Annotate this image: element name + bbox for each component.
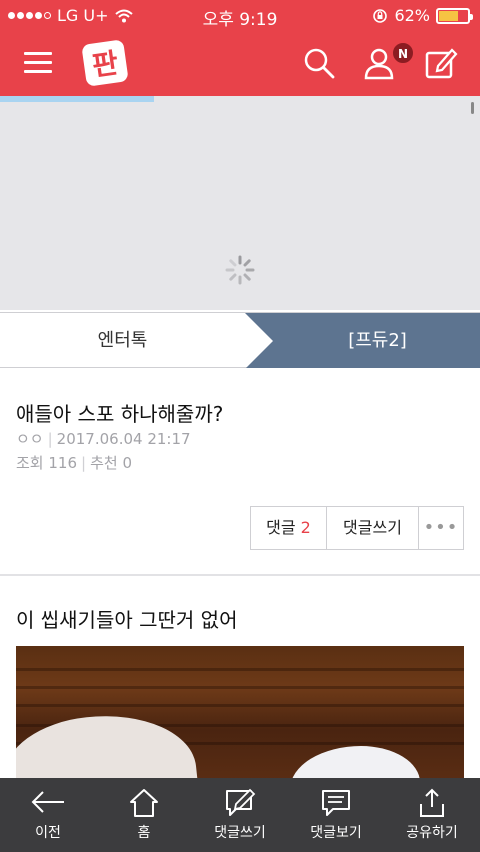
battery-icon [436, 7, 473, 24]
arrow-left-icon [31, 791, 64, 813]
comments-button[interactable]: 댓글 2 [251, 507, 327, 549]
scroll-indicator [471, 102, 474, 114]
post-author: ㅇㅇ [16, 430, 44, 448]
comments-label: 댓글 [266, 518, 296, 537]
loading-spinner-icon [225, 255, 255, 285]
post-meta: ㅇㅇ | 2017.06.04 21:17 [16, 430, 191, 448]
post-item[interactable]: 애들아 스포 하나해줄까? ㅇㅇ | 2017.06.04 21:17 조회 116… [0, 368, 480, 574]
views-count: 116 [48, 454, 78, 472]
comment-icon [322, 790, 350, 816]
likes-label: 추천 [90, 454, 118, 472]
edit-comment-icon [226, 788, 256, 816]
home-icon [130, 789, 158, 817]
home-button[interactable]: 홈 [96, 778, 192, 852]
app-header: 판 N [0, 30, 480, 96]
battery-percent: 62% [394, 6, 430, 25]
post-image[interactable] [16, 646, 464, 786]
likes-count: 0 [122, 454, 133, 472]
views-label: 조회 [16, 454, 44, 472]
bottom-toolbar: 이전 홈 댓글쓰기 댓글보기 공유하기 [0, 778, 480, 852]
category-breadcrumb: 엔터톡 [프듀2] [0, 312, 480, 369]
post-stats: 조회 116 | 추천 0 [16, 454, 133, 472]
share-label: 공유하기 [406, 825, 458, 841]
menu-icon[interactable] [24, 52, 52, 74]
back-label: 이전 [35, 825, 61, 841]
view-comments-label: 댓글보기 [310, 825, 362, 841]
status-bar: LG U+ 오후 9:19 62% [0, 0, 480, 30]
share-button[interactable]: 공유하기 [384, 778, 480, 852]
pann-logo[interactable]: 판 [81, 39, 129, 87]
back-button[interactable]: 이전 [0, 778, 96, 852]
search-icon[interactable] [302, 46, 336, 80]
write-comment-button[interactable]: 댓글쓰기 [327, 507, 419, 549]
share-icon [420, 788, 444, 817]
post-actions: 댓글 2 댓글쓰기 ••• [250, 506, 464, 550]
post-item[interactable]: 이 씹새기들아 그딴거 없어 [0, 576, 480, 786]
comments-count: 2 [300, 518, 311, 537]
home-label: 홈 [137, 825, 151, 841]
write-comment-tool[interactable]: 댓글쓰기 [192, 778, 288, 852]
view-comments-tool[interactable]: 댓글보기 [288, 778, 384, 852]
tab-entertalk[interactable]: 엔터톡 [0, 313, 245, 369]
post-title[interactable]: 이 씹새기들아 그딴거 없어 [16, 604, 237, 633]
tab-produce2[interactable]: [프듀2] [245, 313, 480, 369]
more-button[interactable]: ••• [419, 507, 463, 549]
write-comment-tool-label: 댓글쓰기 [214, 825, 266, 841]
tab-produce2-label: [프듀2] [348, 330, 407, 351]
write-icon[interactable] [424, 46, 458, 80]
status-right: 62% [372, 6, 473, 25]
post-date: 2017.06.04 21:17 [56, 430, 191, 448]
rotation-lock-icon [373, 8, 388, 23]
ad-placeholder [0, 102, 480, 310]
post-title[interactable]: 애들아 스포 하나해줄까? [16, 398, 223, 427]
user-icon[interactable] [362, 46, 396, 80]
notification-badge: N [392, 42, 414, 64]
